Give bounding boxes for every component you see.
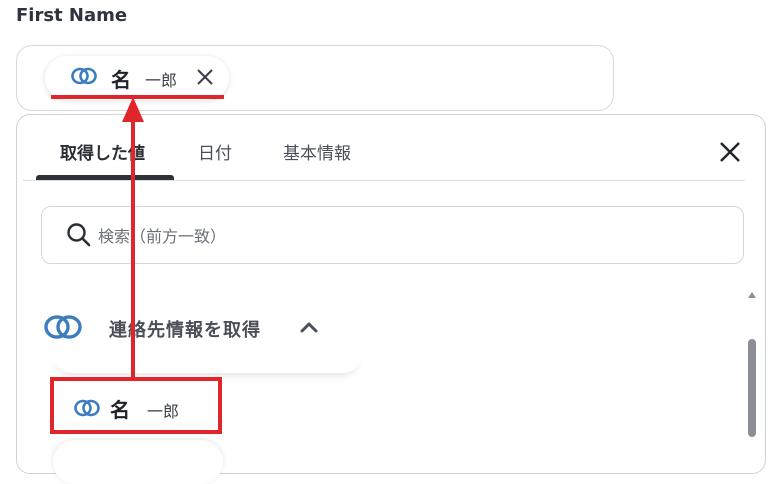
annotation-arrow [122, 97, 144, 378]
tab-date[interactable]: 日付 [198, 139, 232, 164]
chip-key: 名 [111, 68, 131, 92]
scroll-up-arrow[interactable] [748, 292, 756, 298]
link-icon [71, 66, 97, 90]
selected-value-chip[interactable]: 名 一郎 [45, 56, 229, 100]
tab-basic-info[interactable]: 基本情報 [283, 139, 351, 164]
chip-value: 一郎 [145, 71, 178, 90]
search-input[interactable] [96, 219, 700, 253]
section-contact-info[interactable]: 連絡先情報を取得 [43, 309, 373, 349]
close-icon[interactable] [717, 139, 743, 169]
section-header-shadow [53, 351, 361, 373]
field-label: First Name [16, 5, 128, 26]
search-icon [66, 222, 92, 252]
annotation-highlight-box [50, 377, 222, 434]
chevron-up-icon[interactable] [299, 319, 319, 338]
scrollbar-thumb[interactable] [748, 339, 756, 437]
close-icon[interactable] [195, 67, 215, 91]
link-icon [43, 311, 83, 347]
list-item[interactable] [53, 440, 223, 484]
